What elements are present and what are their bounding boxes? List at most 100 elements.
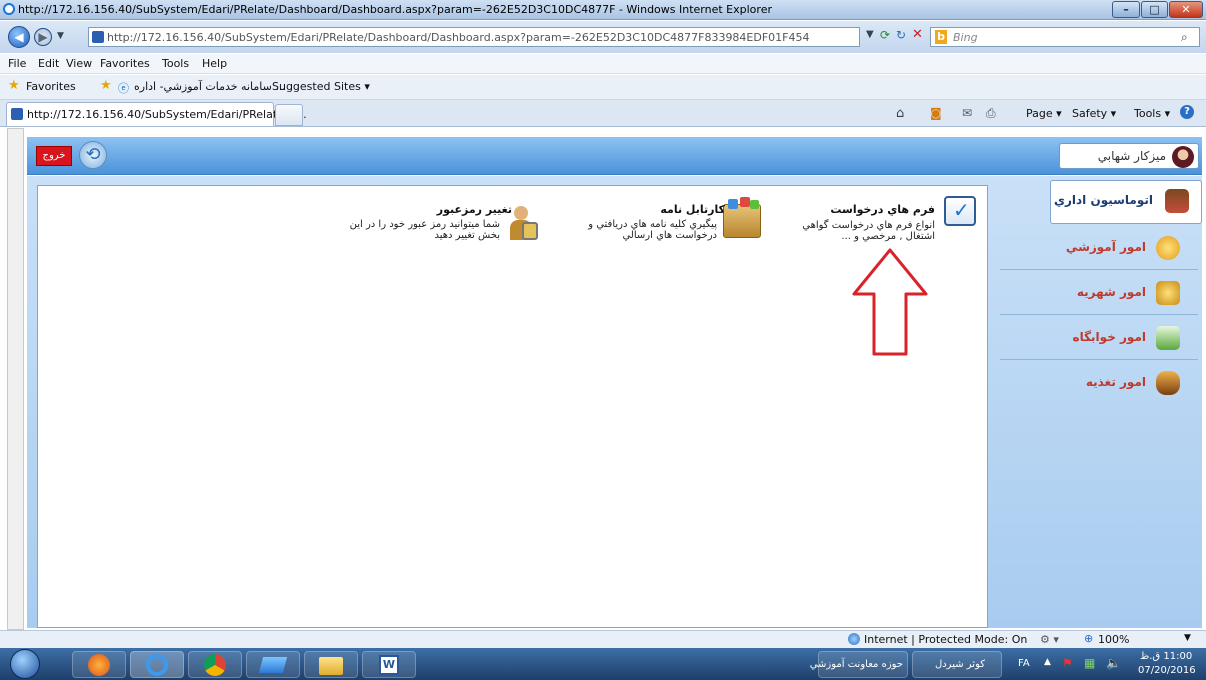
card-change-password-desc-line1: شما ميتوانيد رمز عبور خود را در اين [349, 219, 500, 230]
help-icon[interactable]: ? [1180, 105, 1194, 119]
card-change-password-desc-line2: بخش تغيير دهيد [434, 230, 501, 241]
user-name: ميزکار شهابي [1097, 149, 1166, 163]
sidebar-item-education[interactable]: امور آموزشي [1000, 226, 1198, 270]
windows-explorer-taskbar-icon[interactable] [246, 651, 300, 678]
network-icon[interactable]: ▦ [1084, 656, 1095, 670]
exit-button[interactable]: خروج [36, 146, 72, 166]
taskbar-window-2-label: کوثر شيردل [934, 659, 985, 670]
card-letters-inbox-title[interactable]: کارتابل نامه [660, 203, 725, 216]
coins-icon [1156, 281, 1180, 305]
safety-menu[interactable]: Safety ▾ [1072, 107, 1116, 120]
language-indicator[interactable]: FA [1018, 658, 1030, 669]
volume-muted-icon[interactable]: 🔈 [1106, 656, 1121, 670]
sidebar-item-label: اتوماسيون اداري [1053, 193, 1153, 207]
address-url: http://172.16.156.40/SubSystem/Edari/PRe… [107, 31, 810, 44]
stop-icon[interactable]: ✕ [912, 27, 923, 42]
sidebar: اتوماسيون اداري امور آموزشي امور شهريه ا… [996, 180, 1202, 630]
home-icon[interactable]: ⌂ [896, 106, 904, 121]
user-box[interactable]: ميزکار شهابي [1059, 143, 1199, 169]
print-icon[interactable]: ⎙ [986, 106, 996, 121]
window-title-bar: http://172.16.156.40/SubSystem/Edari/PRe… [0, 0, 1206, 20]
zoom-dropdown-icon[interactable]: ▼ [1184, 633, 1191, 643]
show-hidden-icons-icon[interactable]: ▲ [1044, 657, 1051, 667]
sidebar-item-tuition[interactable]: امور شهريه [1000, 271, 1198, 315]
sidebar-item-label: امور شهريه [1076, 285, 1146, 299]
back-button[interactable]: ◀ [8, 26, 30, 48]
browser-tab[interactable]: http://172.16.156.40/SubSystem/Edari/PRe… [6, 102, 307, 126]
tools-menu[interactable]: Tools ▾ [1134, 107, 1170, 120]
food-icon [1156, 371, 1180, 395]
menu-view[interactable]: View [66, 57, 92, 70]
tab-favicon-icon [11, 108, 23, 120]
clock-date[interactable]: 07/20/2016 [1138, 665, 1196, 676]
favorites-bar: ★ Favorites ★ ⓔ ... سامانه خدمات آموزشي-… [0, 75, 1206, 100]
menu-bar: File Edit View Favorites Tools Help [0, 54, 1206, 74]
action-center-flag-icon[interactable]: ⚑ [1062, 656, 1073, 670]
bing-logo-icon: b [935, 30, 947, 44]
card-change-password-title[interactable]: تغيير رمزعبور [437, 203, 512, 216]
firefox-taskbar-icon[interactable] [72, 651, 126, 678]
vertical-scrollbar[interactable] [7, 128, 24, 630]
word-taskbar-icon[interactable]: W [362, 651, 416, 678]
search-box[interactable]: b Bing ⌕ [930, 27, 1200, 47]
ie-page-icon: ⓔ [118, 82, 129, 95]
inbox-box-icon[interactable] [723, 197, 761, 238]
page-menu[interactable]: Page ▾ [1026, 107, 1062, 120]
menu-file[interactable]: File [8, 57, 26, 70]
sidebar-item-office-automation[interactable]: اتوماسيون اداري [1050, 180, 1202, 224]
protected-mode-icon[interactable]: ⚙ ▾ [1040, 633, 1059, 646]
form-checklist-icon[interactable]: ✓ [944, 196, 976, 226]
menu-help[interactable]: Help [202, 57, 227, 70]
refresh-icon[interactable]: ↻ [896, 28, 906, 42]
menu-tools[interactable]: Tools [162, 57, 189, 70]
sidebar-item-nutrition[interactable]: امور تغذيه [1000, 361, 1198, 405]
education-icon [1156, 236, 1180, 260]
favorites-star-icon: ★ [8, 78, 20, 93]
recent-pages-dropdown-icon[interactable]: ▼ [57, 31, 64, 41]
favorites-button[interactable]: Favorites [26, 80, 76, 93]
sidebar-item-label: امور آموزشي [1065, 240, 1146, 254]
taskbar-window-1-label: حوزه معاونت آموزشي [809, 659, 903, 670]
minimize-button[interactable]: – [1112, 1, 1140, 18]
sidebar-item-label: امور خوابگاه [1072, 330, 1146, 344]
card-letters-inbox-desc-line2: درخواست هاي ارسالي [622, 230, 717, 241]
clock-time[interactable]: 11:00 ق.ظ [1140, 651, 1192, 662]
chrome-taskbar-icon[interactable] [188, 651, 242, 678]
taskbar-window-1[interactable]: حوزه معاونت آموزشي [810, 651, 908, 678]
menu-edit[interactable]: Edit [38, 57, 59, 70]
ie-taskbar-icon[interactable] [130, 651, 184, 678]
sidebar-item-label: امور تغذيه [1085, 375, 1146, 389]
user-lock-icon[interactable] [508, 206, 538, 242]
search-placeholder: Bing [953, 31, 978, 44]
close-window-button[interactable]: ✕ [1169, 1, 1203, 18]
favorite-link-1[interactable]: ... سامانه خدمات آموزشي- اداره [134, 80, 286, 93]
mail-icon[interactable]: ✉ [962, 106, 972, 120]
start-button[interactable] [10, 649, 40, 679]
card-request-forms-desc-line1: انواع فرم هاي درخواست گواهي [802, 220, 935, 231]
menu-favorites[interactable]: Favorites [100, 57, 150, 70]
window-title: http://172.16.156.40/SubSystem/Edari/PRe… [18, 3, 772, 16]
card-request-forms-title[interactable]: فرم هاي درخواست [830, 203, 935, 216]
annotation-arrow-up [852, 248, 928, 356]
maximize-button[interactable]: □ [1141, 1, 1168, 18]
security-zone-text[interactable]: Internet | Protected Mode: On [864, 633, 1027, 646]
tab-title: http://172.16.156.40/SubSystem/Edari/PRe… [27, 108, 307, 121]
compatibility-view-icon[interactable]: ⟳ [880, 28, 890, 42]
card-request-forms-desc-line2: اشتغال , مرخصي و ... [841, 231, 935, 242]
zoom-level[interactable]: 100% [1098, 633, 1129, 646]
suggested-sites-link[interactable]: Suggested Sites ▾ [272, 80, 370, 93]
sidebar-item-dormitory[interactable]: امور خوابگاه [1000, 316, 1198, 360]
taskbar-window-2[interactable]: کوثر شيردل [912, 651, 1002, 678]
new-tab-button[interactable] [275, 104, 303, 126]
folder-taskbar-icon[interactable] [304, 651, 358, 678]
refresh-page-icon[interactable]: ⟲ [79, 141, 107, 169]
forward-button[interactable]: ▶ [34, 28, 52, 46]
add-favorite-icon[interactable]: ★ [100, 78, 112, 93]
feeds-icon[interactable]: ◙ [930, 106, 942, 120]
site-favicon-icon [92, 31, 104, 43]
app-header: خروج ⟲ ميزکار شهابي [27, 137, 1202, 175]
ie-logo-icon [3, 3, 15, 15]
address-bar[interactable]: http://172.16.156.40/SubSystem/Edari/PRe… [88, 27, 860, 47]
search-icon[interactable]: ⌕ [1181, 30, 1188, 45]
address-dropdown-icon[interactable]: ▼ [866, 29, 874, 40]
